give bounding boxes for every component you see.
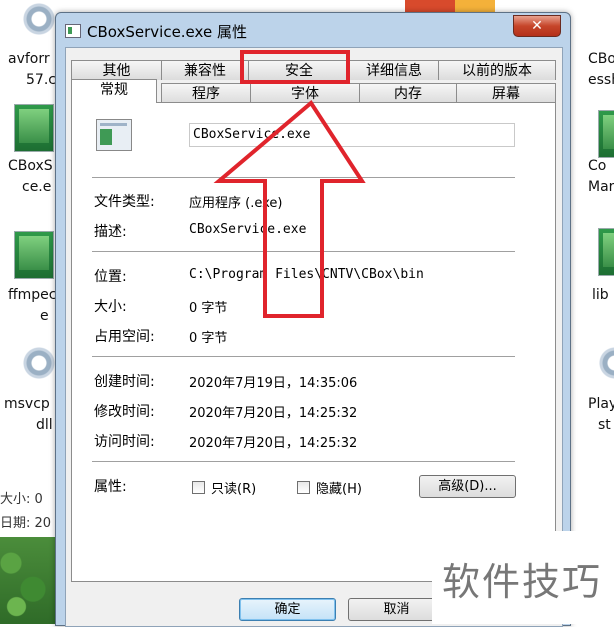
watermark: 软件技巧 [432,531,614,624]
tab-details[interactable]: 详细信息 [349,60,439,80]
exe-file-icon[interactable] [14,231,54,279]
watermark-text: 软件技巧 [442,560,603,604]
hidden-checkbox[interactable] [297,481,310,494]
desktop-icon-label: msvcp dll [4,396,53,433]
file-type-value: 应用程序 (.exe) [189,196,283,211]
tab-screen[interactable]: 屏幕 [456,83,556,103]
ok-button[interactable]: 确定 [239,598,336,621]
title-bar[interactable]: CBoxService.exe 属性 ✕ [56,13,570,47]
divider [92,356,515,357]
readonly-checkbox[interactable] [192,481,205,494]
file-name-field[interactable]: CBoxService.exe [189,123,515,147]
advanced-button[interactable]: 高级(D)... [419,475,516,498]
size-label: 大小: [94,299,127,315]
settings-file-icon[interactable] [598,346,614,380]
readonly-label[interactable]: 只读(R) [211,478,256,497]
location-label: 位置: [94,269,127,285]
description-label: 描述: [94,224,127,240]
file-type-label: 文件类型: [94,194,155,210]
modified-value: 2020年7月20日，14:25:32 [189,406,358,421]
cancel-button[interactable]: 取消 [348,598,445,621]
close-button[interactable]: ✕ [513,15,561,37]
created-value: 2020年7月19日，14:35:06 [189,376,358,391]
settings-file-icon[interactable] [22,346,56,380]
tab-general[interactable]: 常规 [71,79,157,103]
desktop-icon-label: CBoessh [588,51,614,88]
desktop-icon-label: CBoxS ce.e [8,158,53,195]
desktop-icon-label: avforr 57.c [8,51,56,88]
tab-compatibility[interactable]: 兼容性 [161,60,249,80]
exe-file-icon[interactable] [14,104,54,152]
settings-file-icon[interactable] [22,2,56,36]
accessed-label: 访问时间: [94,434,155,450]
tab-security[interactable]: 安全 [248,60,350,80]
tab-font[interactable]: 字体 [250,83,360,103]
accessed-value: 2020年7月20日，14:25:32 [189,436,358,451]
tab-other[interactable]: 其他 [71,60,162,80]
divider [92,461,515,462]
desktop-icon-label: ffmpec e [8,287,57,324]
attributes-label: 属性: [94,479,127,495]
desktop-icon-label: lib [592,287,609,303]
hidden-label[interactable]: 隐藏(H) [316,478,362,497]
disk-size-label: 占用空间: [94,329,155,345]
location-value: C:\Program Files\CNTV\CBox\bin [189,267,424,282]
dialog-title: CBoxService.exe 属性 [87,23,247,41]
divider [92,177,515,178]
status-size-text: 大小: 0 [0,492,43,507]
size-value: 0 字节 [189,301,228,316]
wallpaper-image [0,537,55,624]
dll-file-icon[interactable] [598,228,614,276]
status-date-text: 日期: 20 [0,516,52,531]
tab-previous-versions[interactable]: 以前的版本 [438,60,556,80]
modified-label: 修改时间: [94,404,155,420]
desktop-icon-label: Co Mar [588,158,614,195]
exe-file-icon[interactable] [598,110,614,158]
description-value: CBoxService.exe [189,222,307,237]
application-icon [96,119,132,151]
divider [92,251,515,252]
desktop-icon-label: Play st [588,396,614,433]
tab-memory[interactable]: 内存 [359,83,457,103]
general-tab-panel: CBoxService.exe 文件类型: 应用程序 (.exe) 描述: CB… [71,102,556,582]
tab-program[interactable]: 程序 [161,83,251,103]
created-label: 创建时间: [94,374,155,390]
exe-icon [65,24,81,38]
disk-size-value: 0 字节 [189,331,228,346]
